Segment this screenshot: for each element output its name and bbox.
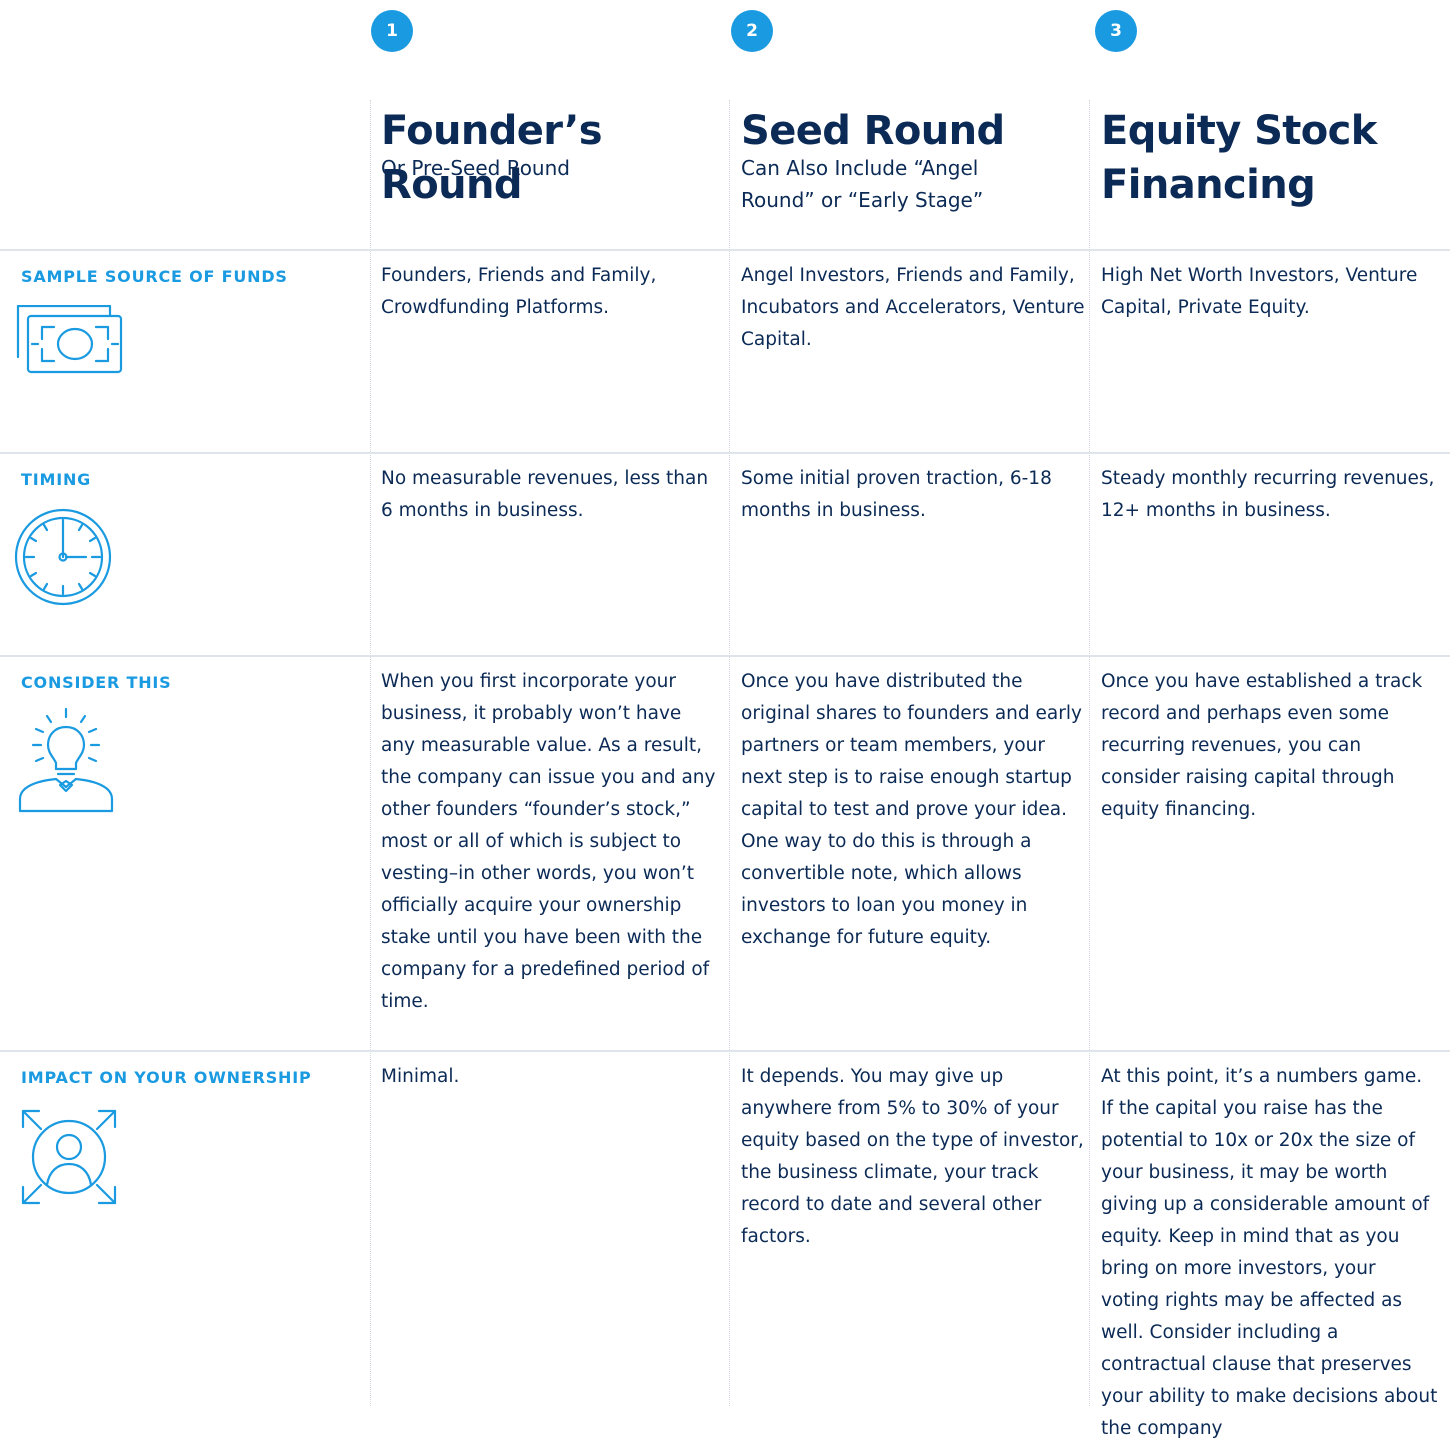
column-subtitle-seed-round: Can Also Include “Angel Round” or “Early… [741,156,984,212]
cell-timing-founders-round: No measurable revenues, less than 6 mont… [381,468,709,521]
lightbulb-person-icon [16,707,116,817]
clock-icon [14,508,112,610]
column-title-equity-stock-financing: Equity Stock Financing [1101,108,1377,208]
cell-timing-equity-financing: Steady monthly recurring revenues, 12+ m… [1101,468,1435,521]
step-badge-1: 1 [371,10,413,52]
column-divider-2 [729,100,730,1406]
row-label-impact-on-ownership: IMPACT ON YOUR OWNERSHIP [21,1068,312,1087]
cell-impact-seed-round: It depends. You may give up anywhere fro… [741,1066,1084,1247]
step-badge-2: 2 [731,10,773,52]
row-label-sample-source-of-funds: SAMPLE SOURCE OF FUNDS [21,267,288,286]
column-divider-3 [1089,100,1090,1406]
column-divider-1 [370,100,371,1406]
money-icon [14,304,126,381]
row-divider-header [0,249,1450,251]
row-divider-3 [0,1050,1450,1052]
cell-timing-seed-round: Some initial proven traction, 6-18 month… [741,468,1052,521]
row-label-timing: TIMING [21,470,92,489]
cell-impact-founders-round: Minimal. [381,1066,460,1087]
cell-source-equity-financing: High Net Worth Investors, Venture Capita… [1101,265,1418,318]
cell-source-seed-round: Angel Investors, Friends and Family, Inc… [741,265,1085,350]
person-expand-icon [21,1109,117,1209]
cell-consider-seed-round: Once you have distributed the original s… [741,671,1082,948]
cell-impact-equity-financing: At this point, it’s a numbers game. If t… [1101,1066,1438,1439]
column-subtitle-founders-round: Or Pre-Seed Round [381,156,570,180]
column-title-seed-round: Seed Round [741,108,1005,154]
row-divider-1 [0,452,1450,454]
row-label-consider-this: CONSIDER THIS [21,673,172,692]
cell-consider-founders-round: When you first incorporate your business… [381,671,716,1012]
step-badge-3: 3 [1095,10,1137,52]
row-divider-2 [0,655,1450,657]
cell-source-founders-round: Founders, Friends and Family, Crowdfundi… [381,265,657,318]
cell-consider-equity-financing: Once you have established a track record… [1101,671,1423,820]
